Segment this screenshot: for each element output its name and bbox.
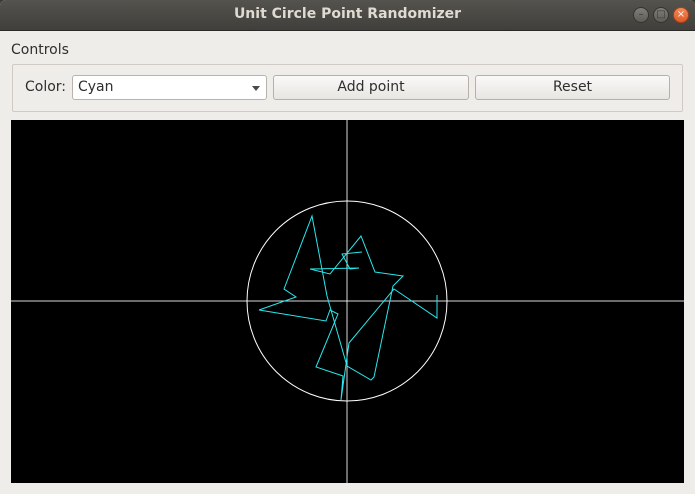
color-label: Color: <box>25 79 67 95</box>
point-path <box>258 214 438 401</box>
controls-group-title: Controls <box>11 42 69 58</box>
app-window: Unit Circle Point Randomizer – □ × Contr… <box>0 0 695 494</box>
chevron-down-icon <box>252 86 260 91</box>
color-select[interactable]: Cyan <box>72 75 267 100</box>
plot-canvas <box>11 120 684 483</box>
color-select-value: Cyan <box>78 79 114 95</box>
plot-svg <box>11 120 684 483</box>
title-bar[interactable]: Unit Circle Point Randomizer – □ × <box>0 0 695 31</box>
minimize-icon[interactable]: – <box>633 7 649 23</box>
close-icon[interactable]: × <box>673 7 689 23</box>
window-title: Unit Circle Point Randomizer <box>233 6 462 22</box>
reset-button[interactable]: Reset <box>475 75 670 100</box>
maximize-icon[interactable]: □ <box>653 7 669 23</box>
add-point-button[interactable]: Add point <box>273 75 469 100</box>
